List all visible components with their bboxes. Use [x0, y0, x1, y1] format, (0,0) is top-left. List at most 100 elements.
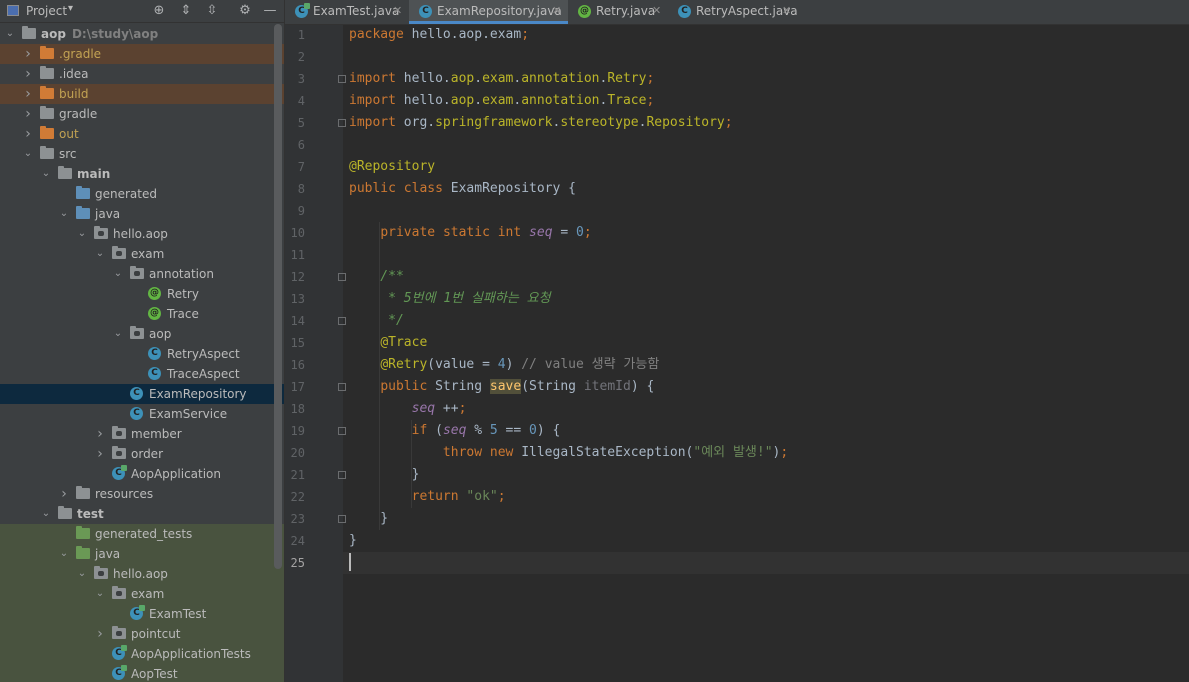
- tree-item[interactable]: C ExamRepository: [0, 384, 284, 404]
- chevron-down-icon[interactable]: ⌄: [40, 504, 52, 524]
- tree-item[interactable]: @ Retry: [0, 284, 284, 304]
- editor-tab[interactable]: C ExamRepository.java ✕: [409, 0, 568, 24]
- code-line[interactable]: }: [349, 530, 357, 552]
- chevron-down-icon[interactable]: ⌄: [22, 144, 34, 164]
- line-number: 8: [297, 182, 305, 196]
- project-scrollbar[interactable]: [274, 24, 282, 569]
- fold-marker-icon[interactable]: [338, 273, 346, 281]
- code-line[interactable]: @Repository: [349, 156, 435, 178]
- chevron-right-icon[interactable]: ›: [94, 424, 106, 444]
- locate-icon[interactable]: ⊕: [151, 3, 167, 19]
- code-line[interactable]: return "ok";: [349, 486, 506, 508]
- tree-item[interactable]: › .gradle: [0, 44, 284, 64]
- tree-item[interactable]: ⌄ aop D:\study\aop: [0, 24, 284, 44]
- chevron-right-icon[interactable]: ›: [22, 64, 34, 84]
- code-line[interactable]: import hello.aop.exam.annotation.Retry;: [349, 68, 654, 90]
- tree-item[interactable]: C AopApplication: [0, 464, 284, 484]
- tree-item[interactable]: › order: [0, 444, 284, 464]
- editor-tab[interactable]: C ExamTest.java ✕: [285, 0, 409, 24]
- tree-item[interactable]: C RetryAspect: [0, 344, 284, 364]
- chevron-right-icon[interactable]: ›: [94, 444, 106, 464]
- tree-item[interactable]: › resources: [0, 484, 284, 504]
- tree-item[interactable]: ⌄ java: [0, 544, 284, 564]
- tree-item[interactable]: › member: [0, 424, 284, 444]
- tree-item[interactable]: ⌄ test: [0, 504, 284, 524]
- chevron-down-icon[interactable]: ⌄: [58, 544, 70, 564]
- chevron-down-icon[interactable]: ⌄: [94, 584, 106, 604]
- tree-item[interactable]: generated: [0, 184, 284, 204]
- code-line[interactable]: /**: [349, 266, 404, 288]
- chevron-right-icon[interactable]: ›: [58, 484, 70, 504]
- chevron-right-icon[interactable]: ›: [94, 624, 106, 644]
- tree-item[interactable]: › pointcut: [0, 624, 284, 644]
- chevron-down-icon[interactable]: ⌄: [112, 324, 124, 344]
- code-line[interactable]: @Retry(value = 4) // value 생략 가능함: [349, 354, 659, 376]
- fold-marker-icon[interactable]: [338, 383, 346, 391]
- tree-item[interactable]: generated_tests: [0, 524, 284, 544]
- code-line[interactable]: if (seq % 5 == 0) {: [349, 420, 561, 442]
- chevron-down-icon[interactable]: ⌄: [76, 224, 88, 244]
- code-line[interactable]: import hello.aop.exam.annotation.Trace;: [349, 90, 654, 112]
- tree-item[interactable]: ⌄ exam: [0, 244, 284, 264]
- gear-icon[interactable]: ⚙: [237, 3, 253, 19]
- fold-marker-icon[interactable]: [338, 471, 346, 479]
- code-line[interactable]: import org.springframework.stereotype.Re…: [349, 112, 733, 134]
- tree-item[interactable]: C ExamTest: [0, 604, 284, 624]
- tree-item[interactable]: C TraceAspect: [0, 364, 284, 384]
- expand-all-icon[interactable]: ⇕: [178, 3, 194, 19]
- fold-marker-icon[interactable]: [338, 317, 346, 325]
- line-number: 12: [290, 270, 305, 284]
- tree-item[interactable]: ⌄ annotation: [0, 264, 284, 284]
- chevron-right-icon[interactable]: ›: [22, 44, 34, 64]
- editor-tab[interactable]: @ Retry.java ✕: [568, 0, 668, 24]
- tree-item[interactable]: ⌄ java: [0, 204, 284, 224]
- code-line[interactable]: }: [349, 464, 420, 486]
- code-line[interactable]: throw new IllegalStateException("예외 발생!"…: [349, 442, 788, 464]
- tree-item[interactable]: › .idea: [0, 64, 284, 84]
- code-line[interactable]: package hello.aop.exam;: [349, 24, 529, 46]
- editor-tab[interactable]: C RetryAspect.java ✕: [668, 0, 798, 24]
- tree-item[interactable]: ⌄ main: [0, 164, 284, 184]
- code-line[interactable]: }: [349, 508, 388, 530]
- code-line[interactable]: @Trace: [349, 332, 427, 354]
- tree-item-label: member: [131, 427, 182, 441]
- chevron-down-icon[interactable]: ⌄: [4, 24, 16, 44]
- tree-item[interactable]: ⌄ hello.aop: [0, 564, 284, 584]
- chevron-down-icon[interactable]: ▾: [68, 3, 73, 14]
- chevron-down-icon[interactable]: ⌄: [58, 204, 70, 224]
- close-icon[interactable]: ✕: [393, 0, 402, 22]
- tree-item[interactable]: ⌄ exam: [0, 584, 284, 604]
- tree-item[interactable]: › build: [0, 84, 284, 104]
- tree-item[interactable]: ⌄ aop: [0, 324, 284, 344]
- minimize-icon[interactable]: —: [262, 3, 278, 19]
- chevron-down-icon[interactable]: ⌄: [76, 564, 88, 584]
- close-icon[interactable]: ✕: [552, 0, 561, 22]
- tree-item[interactable]: ⌄ src: [0, 144, 284, 164]
- chevron-down-icon[interactable]: ⌄: [94, 244, 106, 264]
- chevron-right-icon[interactable]: ›: [22, 104, 34, 124]
- project-panel-title[interactable]: Project: [26, 4, 67, 18]
- fold-marker-icon[interactable]: [338, 427, 346, 435]
- fold-marker-icon[interactable]: [338, 515, 346, 523]
- tree-item[interactable]: C AopApplicationTests: [0, 644, 284, 664]
- tree-item[interactable]: › out: [0, 124, 284, 144]
- tree-item[interactable]: ⌄ hello.aop: [0, 224, 284, 244]
- fold-marker-icon[interactable]: [338, 75, 346, 83]
- tree-item[interactable]: › gradle: [0, 104, 284, 124]
- close-icon[interactable]: ✕: [782, 0, 791, 22]
- close-icon[interactable]: ✕: [652, 0, 661, 22]
- chevron-right-icon[interactable]: ›: [22, 84, 34, 104]
- chevron-down-icon[interactable]: ⌄: [112, 264, 124, 284]
- tree-item[interactable]: C ExamService: [0, 404, 284, 424]
- code-line[interactable]: seq ++;: [349, 398, 467, 420]
- collapse-all-icon[interactable]: ⇳: [204, 3, 220, 19]
- tree-item[interactable]: @ Trace: [0, 304, 284, 324]
- code-line[interactable]: public String save(String itemId) {: [349, 376, 654, 398]
- chevron-down-icon[interactable]: ⌄: [40, 164, 52, 184]
- code-line[interactable]: */: [349, 310, 404, 332]
- fold-marker-icon[interactable]: [338, 119, 346, 127]
- code-line[interactable]: public class ExamRepository {: [349, 178, 576, 200]
- code-line[interactable]: private static int seq = 0;: [349, 222, 591, 244]
- chevron-right-icon[interactable]: ›: [22, 124, 34, 144]
- tree-item[interactable]: C AopTest: [0, 664, 284, 682]
